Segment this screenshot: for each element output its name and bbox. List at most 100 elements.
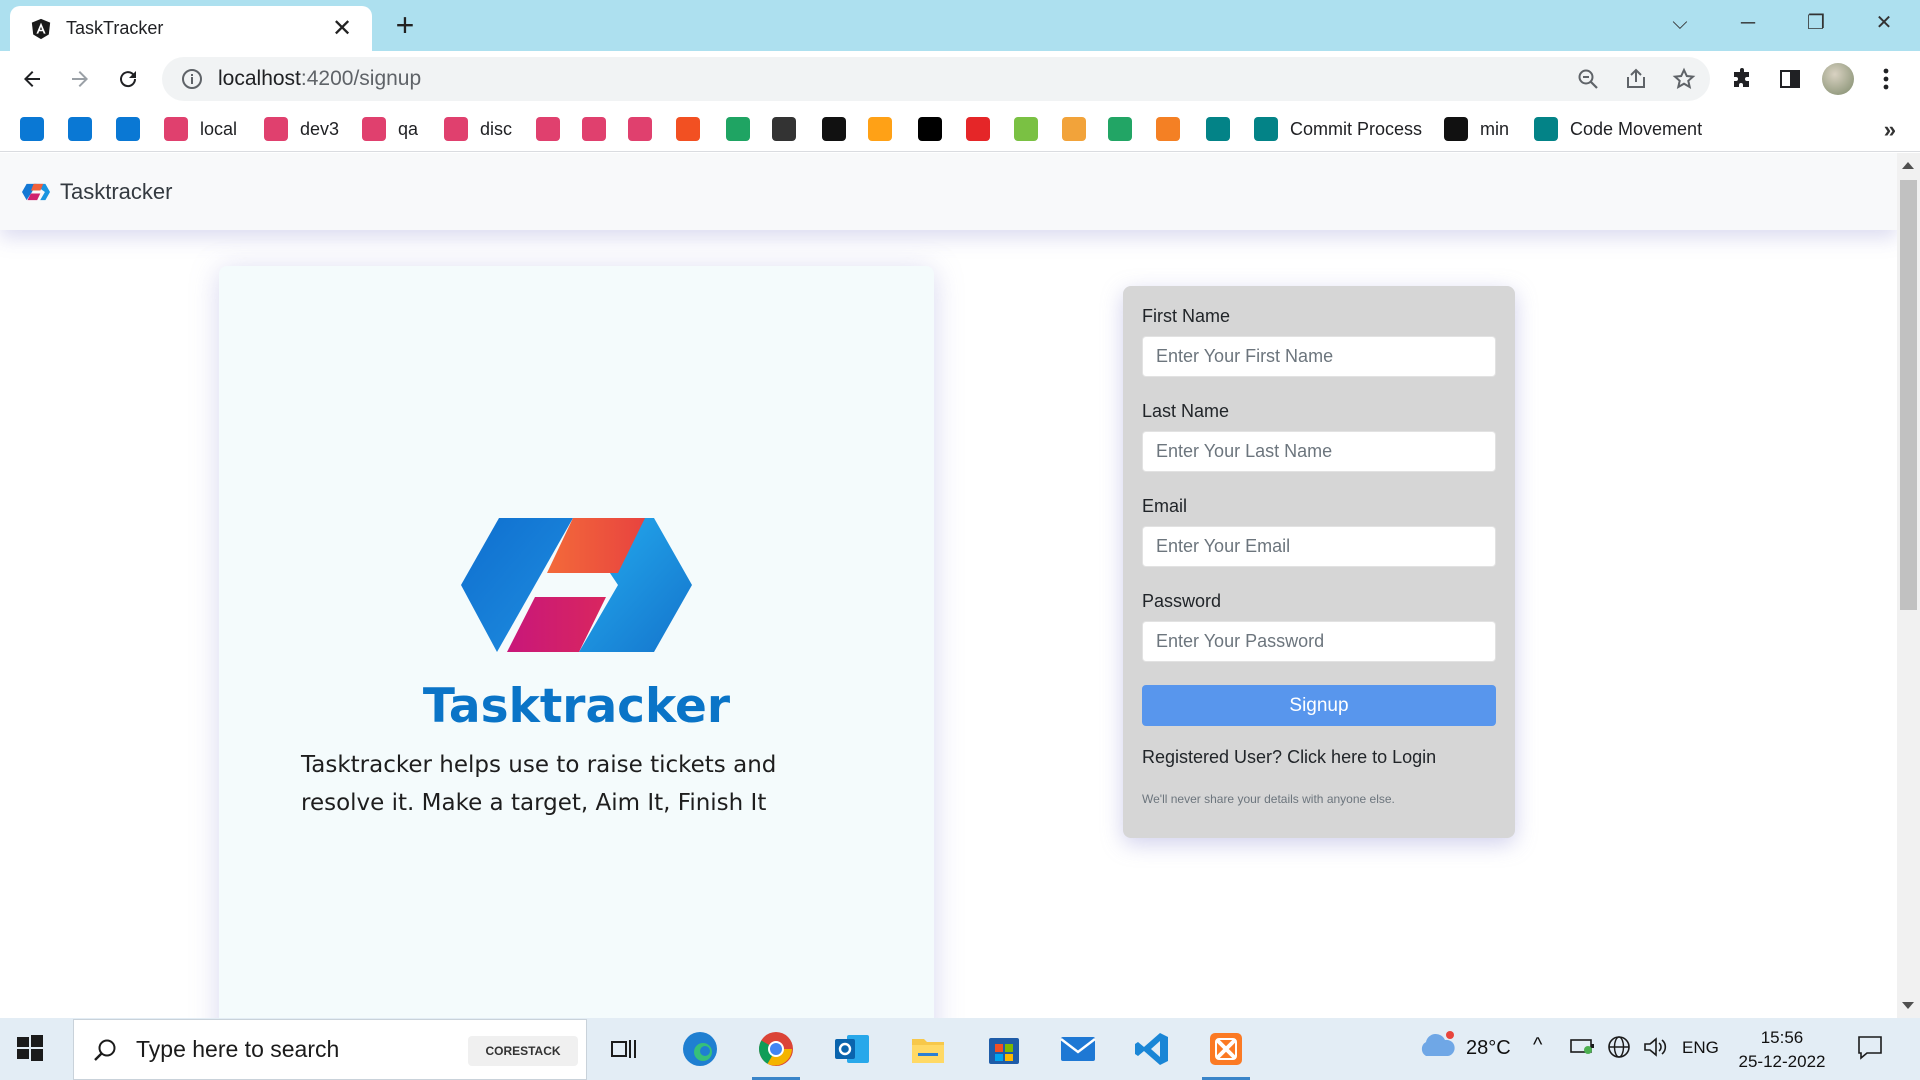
bookmark-item[interactable]: Code Movement <box>1534 115 1702 143</box>
windows-start-icon[interactable] <box>14 1032 46 1064</box>
weather-temperature[interactable]: 28°C <box>1466 1037 1511 1060</box>
bookmark-label: min <box>1480 118 1510 139</box>
volume-speaker-icon[interactable] <box>1642 1035 1668 1064</box>
bookmark-item[interactable] <box>726 115 750 143</box>
hackerrank-icon <box>918 117 942 141</box>
taskbar-search-box[interactable]: Type here to search CORESTACK <box>73 1019 587 1080</box>
tasktracker-icon <box>362 117 386 141</box>
tasktracker-icon <box>628 117 652 141</box>
bookmark-label: dev3 <box>300 118 340 139</box>
bookmark-item[interactable]: local <box>164 115 237 143</box>
vscode-icon[interactable] <box>1128 1026 1176 1072</box>
bookmark-item[interactable]: disc <box>444 115 512 143</box>
ff-icon <box>1444 117 1468 141</box>
azure-devops-icon <box>20 117 44 141</box>
bookmark-item[interactable] <box>116 115 140 143</box>
minimize-button[interactable]: ─ <box>1718 8 1778 38</box>
page-scrollbar[interactable] <box>1897 153 1920 1018</box>
bookmark-item[interactable] <box>676 115 700 143</box>
bookmark-star-icon[interactable] <box>1670 63 1698 95</box>
bookmark-item[interactable] <box>918 115 942 143</box>
signup-form: First Name Last Name Email Password Sign… <box>1123 286 1515 838</box>
forward-arrow-icon[interactable] <box>60 59 100 99</box>
tasktracker-icon <box>264 117 288 141</box>
tab-search-chevron-icon[interactable]: ⌵ <box>1650 8 1710 38</box>
notification-center-icon[interactable] <box>1856 1034 1884 1065</box>
scroll-up-arrow-icon[interactable] <box>1902 162 1914 169</box>
bookmark-item[interactable] <box>1108 115 1132 143</box>
browser-tab-active[interactable]: TaskTracker ✕ <box>10 6 372 51</box>
weather-cloud-icon[interactable] <box>1416 1030 1456 1065</box>
sharepoint-icon <box>1254 117 1278 141</box>
extensions-puzzle-icon[interactable] <box>1722 59 1762 99</box>
bookmark-item[interactable]: Commit Process <box>1254 115 1422 143</box>
password-input[interactable] <box>1142 621 1496 662</box>
stackoverflow-icon <box>1156 117 1180 141</box>
bookmark-item[interactable] <box>68 115 92 143</box>
last-name-input[interactable] <box>1142 431 1496 472</box>
bookmark-item[interactable] <box>1014 115 1038 143</box>
battery-icon[interactable] <box>1570 1037 1596 1060</box>
share-icon[interactable] <box>1622 63 1650 95</box>
bookmark-item[interactable] <box>20 115 44 143</box>
network-globe-icon[interactable] <box>1606 1034 1632 1065</box>
login-link[interactable]: Registered User? Click here to Login <box>1142 747 1496 768</box>
sharepoint-icon <box>1534 117 1558 141</box>
new-tab-button[interactable]: + <box>390 9 420 41</box>
menu-kebab-icon[interactable] <box>1866 59 1906 99</box>
bookmark-item[interactable] <box>1156 115 1180 143</box>
microsoft-store-icon[interactable] <box>980 1026 1028 1072</box>
bookmark-item[interactable]: dev3 <box>264 115 339 143</box>
more-bookmarks-chevron-icon[interactable]: » <box>1884 117 1896 143</box>
hero-title: Tasktracker <box>422 679 731 734</box>
signup-button[interactable]: Signup <box>1142 685 1496 726</box>
bookmark-item[interactable] <box>966 115 990 143</box>
tray-chevron-up-icon[interactable]: ^ <box>1533 1034 1542 1057</box>
bookmark-item[interactable]: min <box>1444 115 1509 143</box>
file-explorer-icon[interactable] <box>904 1026 952 1072</box>
hero-description: Tasktracker helps use to raise tickets a… <box>301 752 777 816</box>
chrome-icon[interactable] <box>752 1026 800 1080</box>
tasktracker-icon <box>536 117 560 141</box>
task-view-icon[interactable] <box>600 1026 648 1072</box>
taskbar-clock[interactable]: 15:56 25-12-2022 <box>1732 1026 1832 1074</box>
scrollbar-thumb[interactable] <box>1900 180 1917 610</box>
bookmark-label: qa <box>398 118 419 139</box>
close-window-button[interactable]: ✕ <box>1854 8 1914 38</box>
back-arrow-icon[interactable] <box>12 59 52 99</box>
scroll-down-arrow-icon[interactable] <box>1902 1002 1914 1009</box>
info-icon[interactable] <box>180 67 204 91</box>
clock-date: 25-12-2022 <box>1738 1052 1826 1071</box>
profile-avatar[interactable] <box>1818 59 1858 99</box>
address-bar[interactable]: localhost:4200/signup <box>162 57 1710 101</box>
bookmark-label: disc <box>480 118 513 139</box>
bookmark-item[interactable] <box>582 115 606 143</box>
mail-icon[interactable] <box>1054 1026 1102 1072</box>
side-panel-icon[interactable] <box>1770 59 1810 99</box>
bookmark-item[interactable]: qa <box>362 115 418 143</box>
bookmark-item[interactable] <box>536 115 560 143</box>
bookmark-item[interactable] <box>772 115 796 143</box>
first-name-input[interactable] <box>1142 336 1496 377</box>
bookmark-item[interactable] <box>868 115 892 143</box>
tasktracker-logo-icon[interactable] <box>22 180 50 204</box>
reload-icon[interactable] <box>108 59 148 99</box>
bookmark-item[interactable] <box>628 115 652 143</box>
zoom-out-icon[interactable] <box>1574 63 1602 95</box>
outlook-icon[interactable] <box>828 1026 876 1072</box>
edge-browser-icon[interactable] <box>676 1026 724 1072</box>
restore-button[interactable]: ❐ <box>1786 8 1846 38</box>
email-input[interactable] <box>1142 526 1496 567</box>
navbar-brand[interactable]: Tasktracker <box>60 179 172 205</box>
bookmark-item[interactable] <box>1206 115 1230 143</box>
bookmark-item[interactable] <box>822 115 846 143</box>
language-indicator[interactable]: ENG <box>1682 1038 1719 1058</box>
browser-toolbar: localhost:4200/signup <box>0 51 1920 107</box>
bookmark-item[interactable] <box>1062 115 1086 143</box>
bookmark-label: Commit Process <box>1290 118 1423 139</box>
close-tab-icon[interactable]: ✕ <box>330 16 354 41</box>
windows-taskbar: Type here to search CORESTACK 28°C ^ ENG <box>0 1018 1920 1080</box>
corestack-badge[interactable]: CORESTACK <box>468 1036 578 1066</box>
xampp-icon[interactable] <box>1202 1026 1250 1080</box>
tasktracker-logo-icon <box>461 518 692 652</box>
